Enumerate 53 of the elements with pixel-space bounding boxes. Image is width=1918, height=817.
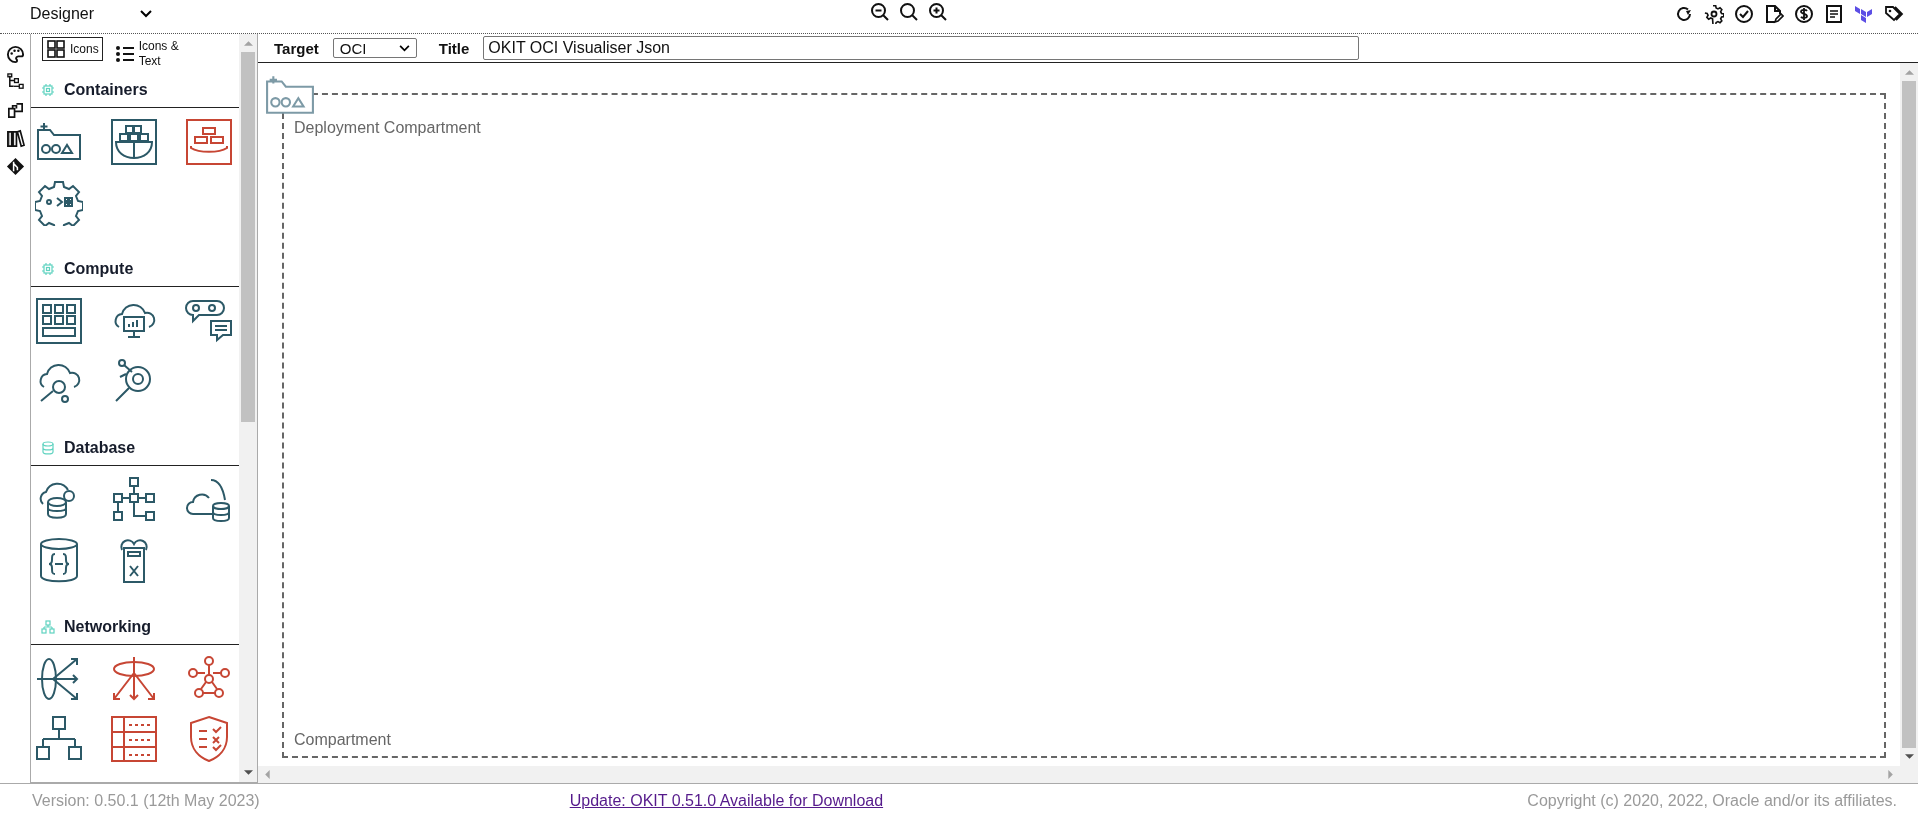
compartment-type: Compartment (294, 731, 392, 749)
section-title: Database (64, 439, 136, 457)
mode-select[interactable]: Designer (30, 5, 152, 23)
settings-icon[interactable] (1704, 4, 1724, 24)
ship-icon[interactable] (110, 118, 158, 166)
document-edit-icon[interactable] (1764, 4, 1784, 24)
palette-icon[interactable] (5, 45, 25, 64)
tree-icon[interactable] (5, 73, 25, 92)
zoom-out-icon[interactable] (870, 2, 890, 22)
git-icon[interactable] (5, 157, 25, 176)
title-label: Title (438, 39, 470, 57)
table-icon[interactable] (110, 715, 158, 763)
refresh-icon[interactable] (1674, 4, 1694, 24)
copy-icon[interactable] (5, 101, 25, 120)
scrollbar[interactable] (1900, 63, 1918, 766)
copyright-text: Copyright (c) 2020, 2022, Oracle and/or its affiliates. (1527, 791, 1897, 810)
view-toggle[interactable]: Icons (42, 37, 103, 61)
target-select[interactable]: OCI (332, 38, 417, 58)
version-text: Version: 0.50.1 (12th May 2023) (32, 791, 260, 810)
caret-icon (140, 10, 152, 18)
hierarchy-icon (41, 620, 55, 634)
library-icon[interactable] (5, 129, 25, 148)
scroll-down-icon[interactable] (243, 770, 253, 776)
zoom-in-icon[interactable] (928, 2, 948, 22)
boxes-icon[interactable] (185, 118, 233, 166)
dollar-icon[interactable] (1794, 4, 1814, 24)
check-circle-icon[interactable] (1734, 4, 1754, 24)
update-link[interactable]: Update: OKIT 0.51.0 Available for Download (569, 791, 884, 810)
chip-icon (41, 262, 55, 276)
scrollbar[interactable] (239, 34, 257, 782)
section-title: Compute (64, 260, 134, 278)
caret-icon (398, 44, 410, 52)
hierarchy-icon[interactable] (35, 715, 83, 763)
title-field[interactable]: OKIT OCI Visualiser Json (483, 36, 1360, 60)
target-label: Target (274, 39, 319, 57)
scroll-down-icon[interactable] (1904, 754, 1914, 760)
database-icon (41, 441, 55, 455)
cloud-database-icon[interactable] (185, 476, 233, 524)
tags-icon[interactable] (1884, 4, 1904, 24)
list-icon (114, 44, 135, 64)
section-title: Containers (64, 81, 148, 99)
grid-icon[interactable] (35, 297, 83, 345)
chip-icon (41, 83, 55, 97)
gear-icon[interactable] (35, 178, 83, 226)
terraform-icon[interactable] (1854, 4, 1874, 24)
arrows-icon[interactable] (110, 655, 158, 703)
section-title: Networking (64, 618, 152, 636)
hierarchy-icon[interactable] (110, 476, 158, 524)
chat-icon[interactable] (185, 297, 233, 345)
search-icon[interactable] (899, 2, 919, 22)
grid-icon (46, 39, 66, 59)
compartment-name: Deployment Compartment (294, 119, 482, 137)
document-icon[interactable] (1824, 4, 1844, 24)
